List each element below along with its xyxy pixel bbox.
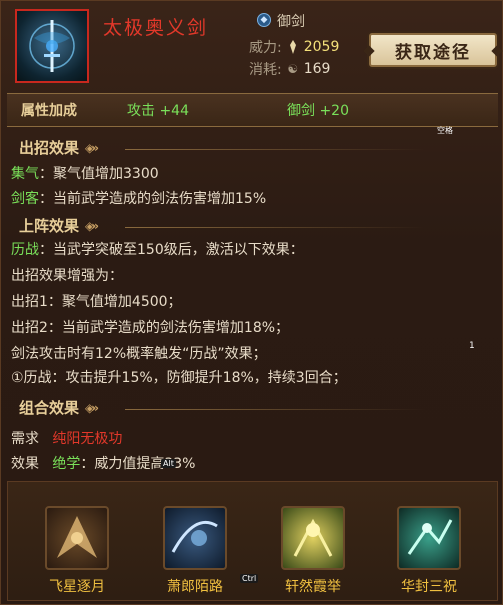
combo-requirement: 需求 纯阳无极功 bbox=[11, 428, 122, 448]
cost-value: 169 bbox=[303, 61, 331, 77]
attribute-bonus-bar: 属性加成 攻击 +44 御剑 +20 bbox=[7, 93, 498, 127]
equip-title-text: 上阵效果 bbox=[19, 217, 80, 235]
yin-yang-icon: ☯ bbox=[287, 62, 299, 76]
on-cast-title: 出招效果 ◈» bbox=[19, 137, 99, 158]
combo-title: 组合效果 ◈» bbox=[19, 397, 99, 418]
combo-skill-label: 飞星逐月 bbox=[49, 579, 105, 595]
combo-effect-text: ：威力值提高33% bbox=[80, 456, 196, 472]
power-row: 威力: 2059 bbox=[249, 37, 339, 57]
flying-star-icon bbox=[45, 506, 109, 570]
on-cast-line-1: 集气：聚气值增加3300 bbox=[11, 163, 159, 183]
on-cast-title-text: 出招效果 bbox=[19, 139, 80, 157]
equip-line-5: 剑法攻击时有12%概率触发“历战”效果； bbox=[11, 346, 267, 362]
combo-skill-label: 萧郎陌路 bbox=[167, 579, 223, 595]
stranger-path-icon bbox=[163, 506, 227, 570]
skill-detail-panel: 太极奥义剑 ◆ 御剑 威力: 2059 消耗: ☯ 169 获取途径 属性加成 … bbox=[0, 0, 503, 605]
skill-icon bbox=[15, 9, 89, 83]
cost-label: 消耗: bbox=[249, 62, 282, 78]
section-divider bbox=[125, 149, 425, 150]
power-value: 2059 bbox=[303, 39, 340, 55]
combo-skill-2[interactable]: 萧郎陌路 bbox=[160, 506, 230, 596]
rising-glow-icon bbox=[281, 506, 345, 570]
combo-effect-label: 效果 bbox=[11, 456, 39, 472]
power-label: 威力: bbox=[249, 40, 282, 56]
combo-skill-label: 华封三祝 bbox=[401, 579, 457, 595]
ctrl-key-tag: Ctrl bbox=[240, 574, 259, 583]
equip-line-1: 历战：当武学突破至150级后，激活以下效果： bbox=[11, 239, 304, 259]
space-key-hint: 空格 bbox=[437, 126, 453, 135]
combo-effect-keyword: 绝学 bbox=[52, 456, 81, 472]
triple-blessing-icon bbox=[397, 506, 461, 570]
attribute-title: 属性加成 bbox=[21, 103, 77, 119]
combo-req-value: 纯阳无极功 bbox=[52, 431, 123, 447]
equip-line-6: ①历战：攻击提升15%，防御提升18%，持续3回合； bbox=[11, 370, 347, 386]
cost-row: 消耗: ☯ 169 bbox=[249, 59, 330, 79]
combo-skill-1[interactable]: 飞星逐月 bbox=[42, 506, 112, 596]
combo-skill-3[interactable]: 轩然霞举 bbox=[278, 506, 348, 596]
equip-line-3: 出招1：聚气值增加4500； bbox=[11, 294, 182, 310]
equip-keyword-1: 历战 bbox=[11, 242, 39, 258]
attribute-sword: 御剑 +20 bbox=[287, 103, 349, 119]
combo-req-label: 需求 bbox=[11, 431, 39, 447]
sword-type-icon: ◆ bbox=[257, 13, 271, 27]
combo-skill-label: 轩然霞举 bbox=[285, 579, 341, 595]
section-divider bbox=[125, 409, 425, 410]
equip-text-1: ：当武学突破至150级后，激活以下效果： bbox=[39, 242, 304, 258]
combo-title-text: 组合效果 bbox=[19, 399, 80, 417]
alt-key-tag: Alt bbox=[161, 459, 176, 468]
equip-title: 上阵效果 ◈» bbox=[19, 215, 99, 236]
section-deco-icon: ◈» bbox=[85, 400, 99, 415]
acquire-source-button[interactable]: 获取途径 bbox=[369, 33, 497, 67]
combo-skill-4[interactable]: 华封三祝 bbox=[394, 506, 464, 596]
section-deco-icon: ◈» bbox=[85, 218, 99, 233]
power-icon bbox=[286, 40, 300, 54]
skill-name: 太极奥义剑 bbox=[103, 17, 209, 39]
skill-type-label: 御剑 bbox=[277, 14, 305, 30]
section-deco-icon: ◈» bbox=[85, 140, 99, 155]
equip-line-4: 出招2：当前武学造成的剑法伤害增加18%； bbox=[11, 320, 290, 336]
on-cast-line-2: 剑客：当前武学造成的剑法伤害增加15% bbox=[11, 188, 266, 208]
on-cast-keyword-2: 剑客 bbox=[11, 191, 39, 207]
on-cast-keyword-1: 集气 bbox=[11, 166, 39, 182]
combo-skills-panel: 飞星逐月 萧郎陌路 轩然霞举 华封三祝 Ctrl bbox=[7, 481, 498, 601]
equip-line-2: 出招效果增强为： bbox=[11, 268, 123, 284]
on-cast-text-2: ：当前武学造成的剑法伤害增加15% bbox=[39, 191, 267, 207]
side-badge: 1 bbox=[469, 341, 475, 351]
section-divider bbox=[125, 227, 425, 228]
on-cast-text-1: ：聚气值增加3300 bbox=[39, 166, 159, 182]
attribute-attack: 攻击 +44 bbox=[127, 103, 189, 119]
